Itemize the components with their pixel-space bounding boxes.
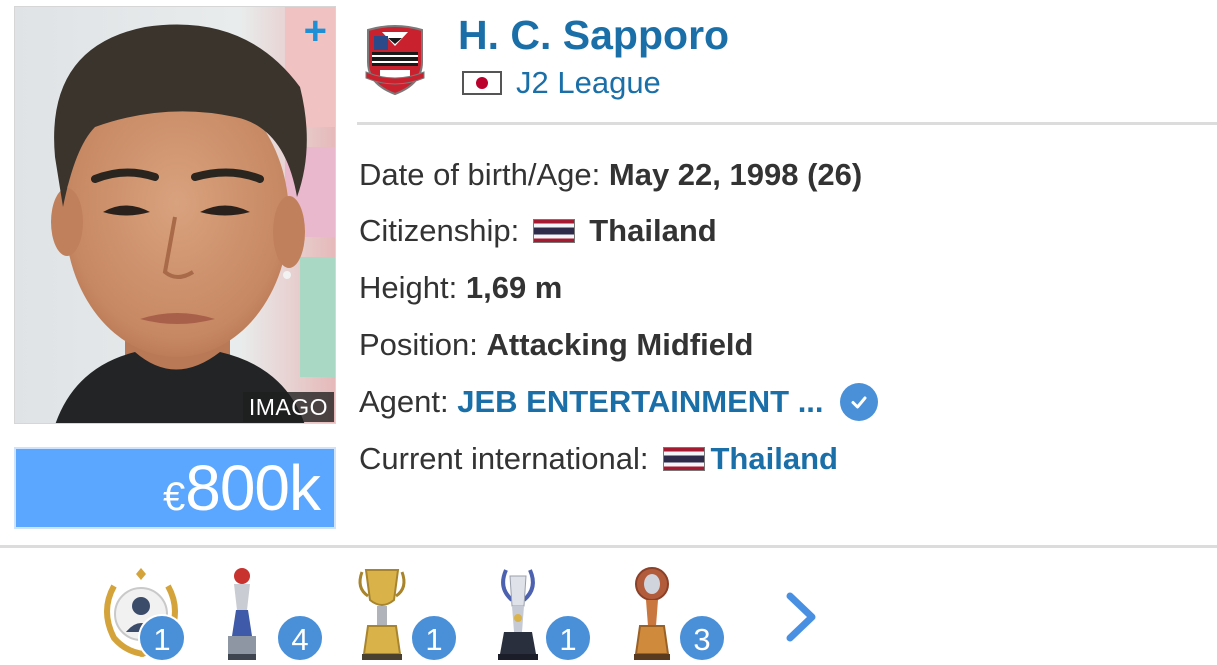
add-to-watchlist-icon[interactable]: + xyxy=(304,11,327,51)
thailand-flag-icon xyxy=(662,447,705,471)
height-label: Height: xyxy=(359,270,458,305)
international-label: Current international: xyxy=(359,441,649,476)
info-row-position: Position: Attacking Midfield xyxy=(359,325,753,365)
trophy-item[interactable]: 3 xyxy=(622,566,726,662)
info-row-agent: Agent: JEB ENTERTAINMENT ... xyxy=(359,382,878,422)
champions-trophy-icon xyxy=(498,569,538,660)
info-row-international: Current international: Thailand xyxy=(359,439,838,479)
trophy-item[interactable]: 1 xyxy=(96,566,196,662)
trophy-count-badge: 3 xyxy=(678,614,726,662)
market-value-box[interactable]: €800k xyxy=(14,447,336,529)
player-portrait-image xyxy=(15,7,335,423)
divider xyxy=(0,545,1217,548)
divider xyxy=(357,122,1217,125)
height-value: 1,69 m xyxy=(465,270,563,305)
league-link[interactable]: J2 League xyxy=(462,65,661,100)
trophy-count-badge: 1 xyxy=(138,614,186,662)
photo-credit: IMAGO xyxy=(242,392,334,422)
agent-label: Agent: xyxy=(359,384,449,419)
agent-link[interactable]: JEB ENTERTAINMENT ... xyxy=(457,384,823,420)
dob-label: Date of birth/Age: xyxy=(359,157,601,192)
citizenship-value: Thailand xyxy=(589,213,717,248)
info-row-citizenship: Citizenship: Thailand xyxy=(359,211,717,251)
chevron-right-icon[interactable] xyxy=(778,590,822,644)
verified-check-icon xyxy=(839,383,878,421)
club-name-link[interactable]: H. C. Sapporo xyxy=(458,12,729,59)
position-value: Attacking Midfield xyxy=(486,327,754,362)
market-value-amount: 800k xyxy=(185,452,321,524)
info-row-height: Height: 1,69 m xyxy=(359,268,562,308)
position-label: Position: xyxy=(359,327,478,362)
trophy-count-badge: 1 xyxy=(544,614,592,662)
market-value-currency: € xyxy=(162,475,186,519)
league-trophy-icon xyxy=(228,568,256,660)
trophy-item[interactable]: 4 xyxy=(214,566,324,662)
player-photo: + IMAGO xyxy=(14,6,336,424)
trophy-count-badge: 4 xyxy=(276,614,324,662)
league-name: J2 League xyxy=(516,65,661,100)
info-row-dob: Date of birth/Age: May 22, 1998 (26) xyxy=(359,155,862,195)
trophy-item[interactable]: 1 xyxy=(352,566,458,662)
dob-value: May 22, 1998 (26) xyxy=(608,157,863,192)
japan-flag-icon xyxy=(462,71,502,95)
trophy-count-badge: 1 xyxy=(410,614,458,662)
club-crest-icon[interactable] xyxy=(362,22,428,96)
trophy-item[interactable]: 1 xyxy=(488,566,592,662)
bronze-cup-trophy-icon xyxy=(634,567,670,660)
gold-cup-trophy-icon xyxy=(358,569,406,660)
national-team-link[interactable]: Thailand xyxy=(711,441,838,477)
thailand-flag-icon xyxy=(533,219,576,243)
citizenship-label: Citizenship: xyxy=(359,213,520,248)
